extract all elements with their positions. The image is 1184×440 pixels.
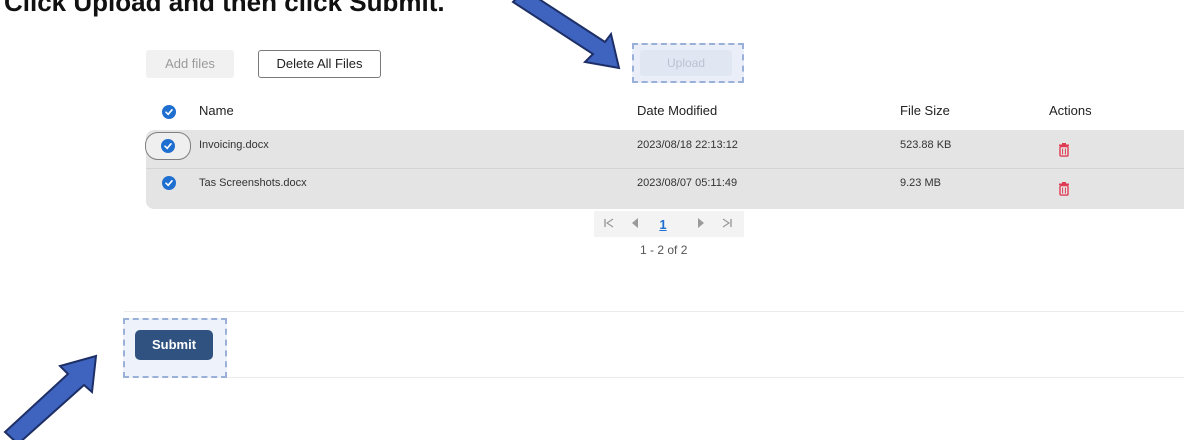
divider <box>124 311 1184 312</box>
delete-all-files-button[interactable]: Delete All Files <box>258 50 381 78</box>
file-date: 2023/08/18 22:13:12 <box>637 139 738 151</box>
row-checkbox-invoicing[interactable] <box>145 132 191 160</box>
file-size: 9.23 MB <box>900 177 941 189</box>
row-checkbox-tas-screenshots[interactable] <box>162 176 176 190</box>
check-icon <box>165 180 173 187</box>
column-header-name[interactable]: Name <box>199 103 234 118</box>
check-circle-icon <box>161 139 175 153</box>
column-header-date-modified[interactable]: Date Modified <box>637 103 717 118</box>
page-first-icon[interactable] <box>600 214 618 232</box>
file-size: 523.88 KB <box>900 139 952 151</box>
column-header-actions: Actions <box>1049 103 1092 118</box>
annotation-arrow-icon-upload <box>511 0 621 70</box>
current-page-link[interactable]: 1 <box>654 214 672 234</box>
divider <box>124 377 1184 378</box>
annotation-arrow-icon-submit <box>3 354 98 440</box>
page-prev-icon[interactable] <box>626 214 644 232</box>
submit-button[interactable]: Submit <box>135 330 213 360</box>
page-next-icon[interactable] <box>692 214 710 232</box>
file-name: Invoicing.docx <box>199 139 269 151</box>
trash-icon[interactable] <box>1058 143 1070 157</box>
upload-button[interactable]: Upload <box>640 50 732 76</box>
check-icon <box>165 109 173 116</box>
row-divider <box>146 168 1184 169</box>
trash-icon[interactable] <box>1058 182 1070 196</box>
add-files-button[interactable]: Add files <box>146 50 234 78</box>
column-header-file-size[interactable]: File Size <box>900 103 950 118</box>
instruction-heading: Click Upload and then click Submit. <box>4 0 445 17</box>
file-name: Tas Screenshots.docx <box>199 177 307 189</box>
select-all-checkbox[interactable] <box>162 105 176 119</box>
check-icon <box>164 143 172 150</box>
pagination-range: 1 - 2 of 2 <box>640 243 688 257</box>
file-date: 2023/08/07 05:11:49 <box>637 177 738 189</box>
page-last-icon[interactable] <box>718 214 736 232</box>
